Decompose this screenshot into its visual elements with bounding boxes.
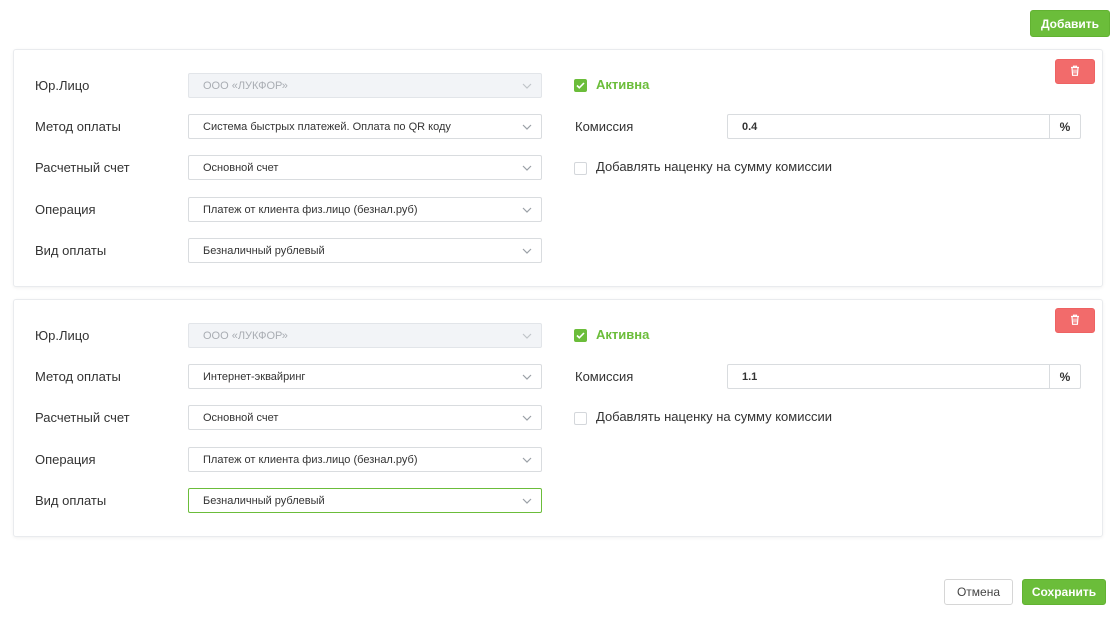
- operation-select[interactable]: Платеж от клиента физ.лицо (безнал.руб): [188, 197, 542, 222]
- add-button[interactable]: Добавить: [1030, 10, 1110, 37]
- payment-method-label: Метод оплаты: [35, 119, 121, 134]
- commission-label: Комиссия: [575, 119, 634, 134]
- chevron-down-icon: [522, 205, 532, 214]
- chevron-down-icon: [522, 372, 532, 381]
- chevron-down-icon: [522, 455, 532, 464]
- legal-entity-select[interactable]: ООО «ЛУКФОР»: [188, 73, 542, 98]
- operation-label: Операция: [35, 452, 96, 467]
- chevron-down-icon: [522, 122, 532, 131]
- markup-label: Добавлять наценку на сумму комиссии: [596, 159, 832, 174]
- select-value: ООО «ЛУКФОР»: [203, 79, 288, 92]
- legal-entity-select[interactable]: ООО «ЛУКФОР»: [188, 323, 542, 348]
- select-value: Система быстрых платежей. Оплата по QR к…: [203, 120, 451, 133]
- payment-type-select[interactable]: Безналичный рублевый: [188, 488, 542, 513]
- operation-label: Операция: [35, 202, 96, 217]
- trash-icon: [1070, 65, 1080, 79]
- payment-method-select[interactable]: Система быстрых платежей. Оплата по QR к…: [188, 114, 542, 139]
- chevron-down-icon: [522, 163, 532, 172]
- percent-addon: %: [1049, 364, 1081, 389]
- active-checkbox[interactable]: [574, 329, 587, 342]
- active-label: Активна: [596, 327, 650, 342]
- chevron-down-icon: [522, 81, 532, 90]
- save-button[interactable]: Сохранить: [1022, 579, 1106, 605]
- payment-method-select[interactable]: Интернет-эквайринг: [188, 364, 542, 389]
- payment-method-label: Метод оплаты: [35, 369, 121, 384]
- payment-setting-card-2: Юр.Лицо ООО «ЛУКФОР» Метод оплаты Интерн…: [13, 299, 1103, 537]
- select-value: Платеж от клиента физ.лицо (безнал.руб): [203, 203, 418, 216]
- commission-label: Комиссия: [575, 369, 634, 384]
- markup-checkbox[interactable]: [574, 412, 587, 425]
- payment-type-label: Вид оплаты: [35, 243, 107, 258]
- delete-button[interactable]: [1055, 308, 1095, 333]
- active-checkbox[interactable]: [574, 79, 587, 92]
- select-value: ООО «ЛУКФОР»: [203, 329, 288, 342]
- legal-entity-label: Юр.Лицо: [35, 328, 90, 343]
- checkmark-icon: [576, 332, 585, 339]
- commission-input[interactable]: 0.4: [727, 114, 1050, 139]
- payment-type-label: Вид оплаты: [35, 493, 107, 508]
- account-select[interactable]: Основной счет: [188, 405, 542, 430]
- percent-addon: %: [1049, 114, 1081, 139]
- account-label: Расчетный счет: [35, 160, 130, 175]
- legal-entity-label: Юр.Лицо: [35, 78, 90, 93]
- select-value: Безналичный рублевый: [203, 494, 325, 507]
- trash-icon: [1070, 314, 1080, 328]
- account-label: Расчетный счет: [35, 410, 130, 425]
- markup-label: Добавлять наценку на сумму комиссии: [596, 409, 832, 424]
- cancel-button[interactable]: Отмена: [944, 579, 1013, 605]
- select-value: Интернет-эквайринг: [203, 370, 306, 383]
- chevron-down-icon: [522, 496, 532, 505]
- markup-checkbox[interactable]: [574, 162, 587, 175]
- chevron-down-icon: [522, 413, 532, 422]
- chevron-down-icon: [522, 331, 532, 340]
- select-value: Основной счет: [203, 161, 279, 174]
- payment-setting-card-1: Юр.Лицо ООО «ЛУКФОР» Метод оплаты Систем…: [13, 49, 1103, 287]
- active-label: Активна: [596, 77, 650, 92]
- commission-input[interactable]: 1.1: [727, 364, 1050, 389]
- select-value: Платеж от клиента физ.лицо (безнал.руб): [203, 453, 418, 466]
- select-value: Основной счет: [203, 411, 279, 424]
- delete-button[interactable]: [1055, 59, 1095, 84]
- account-select[interactable]: Основной счет: [188, 155, 542, 180]
- payment-type-select[interactable]: Безналичный рублевый: [188, 238, 542, 263]
- select-value: Безналичный рублевый: [203, 244, 325, 257]
- operation-select[interactable]: Платеж от клиента физ.лицо (безнал.руб): [188, 447, 542, 472]
- chevron-down-icon: [522, 246, 532, 255]
- checkmark-icon: [576, 82, 585, 89]
